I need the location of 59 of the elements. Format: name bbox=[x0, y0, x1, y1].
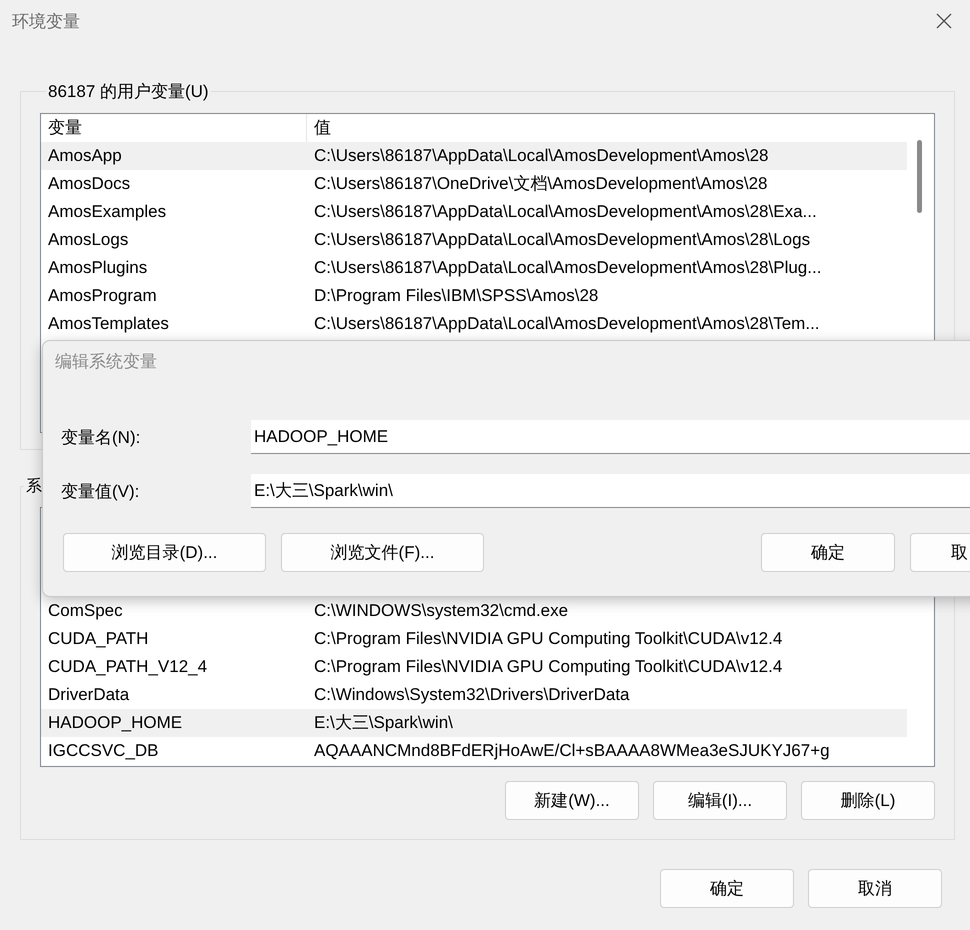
table-row[interactable]: AmosPlugins C:\Users\86187\AppData\Local\AmosDevelopment\Amos\28\Plug... bbox=[41, 254, 907, 282]
table-cell-text: ComSpec bbox=[47, 600, 124, 622]
table-cell-text: AmosDocs bbox=[47, 173, 132, 195]
table-row[interactable]: AmosApp C:\Users\86187\AppData\Local\AmosDevelopment\Amos\28 bbox=[41, 142, 907, 170]
table-row[interactable]: ComSpec C:\WINDOWS\system32\cmd.exe bbox=[41, 597, 907, 625]
table-cell-text: C:\Users\86187\AppData\Local\AmosDevelopment\Amos\28\Tem... bbox=[313, 313, 821, 335]
table-cell-text: C:\WINDOWS\system32\cmd.exe bbox=[313, 600, 570, 622]
table-row[interactable]: AmosExamples C:\Users\86187\AppData\Local\AmosDevelopment\Amos\28\Exa... bbox=[41, 198, 907, 226]
dialog-button[interactable]: 确定 bbox=[761, 533, 895, 572]
table-row[interactable]: AmosLogs C:\Users\86187\AppData\Local\AmosDevelopment\Amos\28\Logs bbox=[41, 226, 907, 254]
close-icon[interactable] bbox=[936, 13, 952, 29]
window-title: 环境变量 bbox=[12, 10, 80, 32]
table-row[interactable]: AmosProgram D:\Program Files\IBM\SPSS\Amos\28 bbox=[41, 282, 907, 310]
table-cell-text: AmosExamples bbox=[47, 201, 168, 223]
table-cell-text: AmosProgram bbox=[47, 285, 158, 307]
table-row[interactable]: IGCCSVC_DB AQAAANCMnd8BFdERjHoAwE/Cl+sBAAAA8WMea3eSJUKYJ67+g bbox=[41, 737, 907, 765]
column-header[interactable]: 值 bbox=[307, 114, 903, 142]
field-label: 变量值(V): bbox=[61, 480, 140, 502]
group-label: 86187 的用户变量(U) bbox=[47, 81, 210, 103]
table-cell-text: C:\Users\86187\OneDrive\文档\AmosDevelopment\Amos\28 bbox=[313, 173, 769, 195]
dialog-button[interactable]: 确定 bbox=[660, 869, 794, 908]
table-row[interactable]: DriverData C:\Windows\System32\Drivers\DriverData bbox=[41, 681, 907, 709]
dialog-button[interactable]: 取消 bbox=[808, 869, 942, 908]
dialog-button[interactable]: 浏览目录(D)... bbox=[63, 533, 266, 572]
table-cell-text: C:\Windows\System32\Drivers\DriverData bbox=[313, 684, 631, 706]
table-cell-text: AQAAANCMnd8BFdERjHoAwE/Cl+sBAAAA8WMea3eSJUKYJ67+g bbox=[313, 740, 831, 762]
table-row[interactable]: CUDA_PATH_V12_4 C:\Program Files\NVIDIA GPU Computing Toolkit\CUDA\v12.4 bbox=[41, 653, 907, 681]
table-cell-text: IGCCSVC_DB bbox=[47, 740, 160, 762]
field-label: 变量名(N): bbox=[61, 426, 142, 448]
table-row[interactable]: AmosDocs C:\Users\86187\OneDrive\文档\AmosDevelopment\Amos\28 bbox=[41, 170, 907, 198]
table-cell-text: DriverData bbox=[47, 684, 130, 706]
table-row[interactable]: CUDA_PATH C:\Program Files\NVIDIA GPU Computing Toolkit\CUDA\v12.4 bbox=[41, 625, 907, 653]
dialog-button[interactable]: 取 bbox=[910, 533, 970, 572]
table-row[interactable]: AmosTemplates C:\Users\86187\AppData\Local\AmosDevelopment\Amos\28\Tem... bbox=[41, 310, 907, 338]
table-cell-text: C:\Users\86187\AppData\Local\AmosDevelopment\Amos\28 bbox=[313, 145, 770, 167]
table-cell-text: D:\Program Files\IBM\SPSS\Amos\28 bbox=[313, 285, 600, 307]
list-action-button[interactable]: 新建(W)... bbox=[505, 781, 639, 820]
table-cell-text: C:\Users\86187\AppData\Local\AmosDevelopment\Amos\28\Plug... bbox=[313, 257, 822, 279]
input-field[interactable]: HADOOP_HOME bbox=[251, 420, 970, 454]
list-action-button[interactable]: 编辑(I)... bbox=[653, 781, 787, 820]
table-cell-text: E:\大三\Spark\win\ bbox=[313, 712, 454, 734]
table-cell-text: C:\Users\86187\AppData\Local\AmosDevelopment\Amos\28\Exa... bbox=[313, 201, 818, 223]
table-cell-text: AmosLogs bbox=[47, 229, 130, 251]
input-field[interactable]: E:\大三\Spark\win\ bbox=[251, 474, 970, 508]
table-cell-text: CUDA_PATH_V12_4 bbox=[47, 656, 208, 678]
dialog-title: 编辑系统变量 bbox=[54, 351, 158, 373]
table-cell-text: CUDA_PATH bbox=[47, 628, 150, 650]
table-row[interactable]: HADOOP_HOME E:\大三\Spark\win\ bbox=[41, 709, 907, 737]
table-cell-text: C:\Program Files\NVIDIA GPU Computing Toolkit\CUDA\v12.4 bbox=[313, 656, 784, 678]
list-action-button[interactable]: 删除(L) bbox=[801, 781, 935, 820]
group-label: 系 bbox=[25, 476, 43, 497]
table-cell-text: AmosApp bbox=[47, 145, 123, 167]
table-cell-text: HADOOP_HOME bbox=[47, 712, 184, 734]
table-cell-text: C:\Users\86187\AppData\Local\AmosDevelopment\Amos\28\Logs bbox=[313, 229, 812, 251]
dialog-button[interactable]: 浏览文件(F)... bbox=[281, 533, 484, 572]
table-cell-text: AmosPlugins bbox=[47, 257, 148, 279]
table-cell-text: AmosTemplates bbox=[47, 313, 170, 335]
scrollbar-thumb[interactable] bbox=[917, 140, 922, 213]
table-cell-text: C:\Program Files\NVIDIA GPU Computing Toolkit\CUDA\v12.4 bbox=[313, 628, 784, 650]
